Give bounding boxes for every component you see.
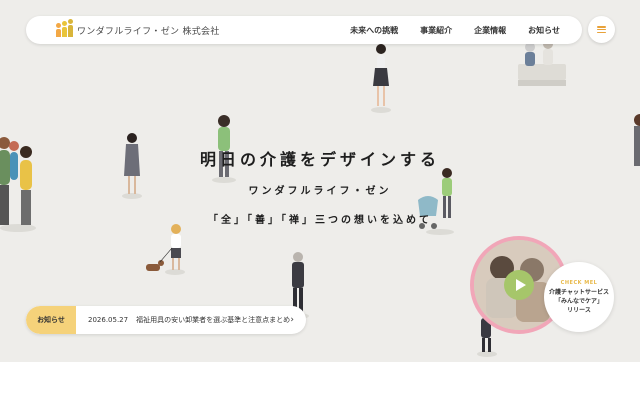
hero-headline: 明日の介護をデザインする <box>199 150 440 169</box>
person-walking-woman <box>371 44 391 113</box>
nav-item-company[interactable]: 企業情報 <box>474 25 506 36</box>
main-nav: 未来への挑戦 事業紹介 企業情報 お知らせ <box>350 25 560 36</box>
site-header: ワンダフルライフ・ゼン 株式会社 未来への挑戦 事業紹介 企業情報 お知らせ <box>26 16 582 44</box>
promo-line-3: リリース <box>567 306 591 314</box>
menu-button[interactable] <box>588 16 615 43</box>
hamburger-icon <box>597 26 606 33</box>
hero-company-name: ワンダフルライフ・ゼン <box>248 186 392 197</box>
promo-kicker: CHECK MEL <box>560 279 598 286</box>
people-bench <box>518 39 566 86</box>
news-label: お知らせ <box>26 306 76 334</box>
play-icon[interactable] <box>504 270 534 300</box>
promo-card[interactable]: CHECK MEL 介護チャットサービス 「みんなでケア」 リリース <box>544 262 614 332</box>
person-with-dog <box>146 224 185 275</box>
chevron-right-icon[interactable]: › <box>290 315 294 325</box>
promo-line-1: 介護チャットサービス <box>549 288 609 296</box>
company-logo[interactable]: ワンダフルライフ・ゼン 株式会社 <box>56 19 220 37</box>
hero-philosophy: 「全」「善」「禅」三つの想いを込めて <box>208 215 432 226</box>
news-date: 2026.05.27 <box>88 316 129 324</box>
content-section-start <box>0 362 640 400</box>
logo-text: ワンダフルライフ・ゼン 株式会社 <box>77 26 220 37</box>
promo-line-2: 「みんなでケア」 <box>554 297 603 305</box>
news-title[interactable]: 福祉用具の安い卸業者を選ぶ基準と注意点まとめ <box>136 315 290 325</box>
hero-section: ワンダフルライフ・ゼン 株式会社 未来への挑戦 事業紹介 企業情報 お知らせ 明… <box>0 0 640 362</box>
news-bar[interactable]: お知らせ 2026.05.27 福祉用具の安い卸業者を選ぶ基準と注意点まとめ › <box>26 306 306 334</box>
nav-item-business[interactable]: 事業紹介 <box>420 25 452 36</box>
nav-item-future[interactable]: 未来への挑戦 <box>350 25 398 36</box>
nav-item-news[interactable]: お知らせ <box>528 25 560 36</box>
logo-mark-icon <box>56 19 73 37</box>
